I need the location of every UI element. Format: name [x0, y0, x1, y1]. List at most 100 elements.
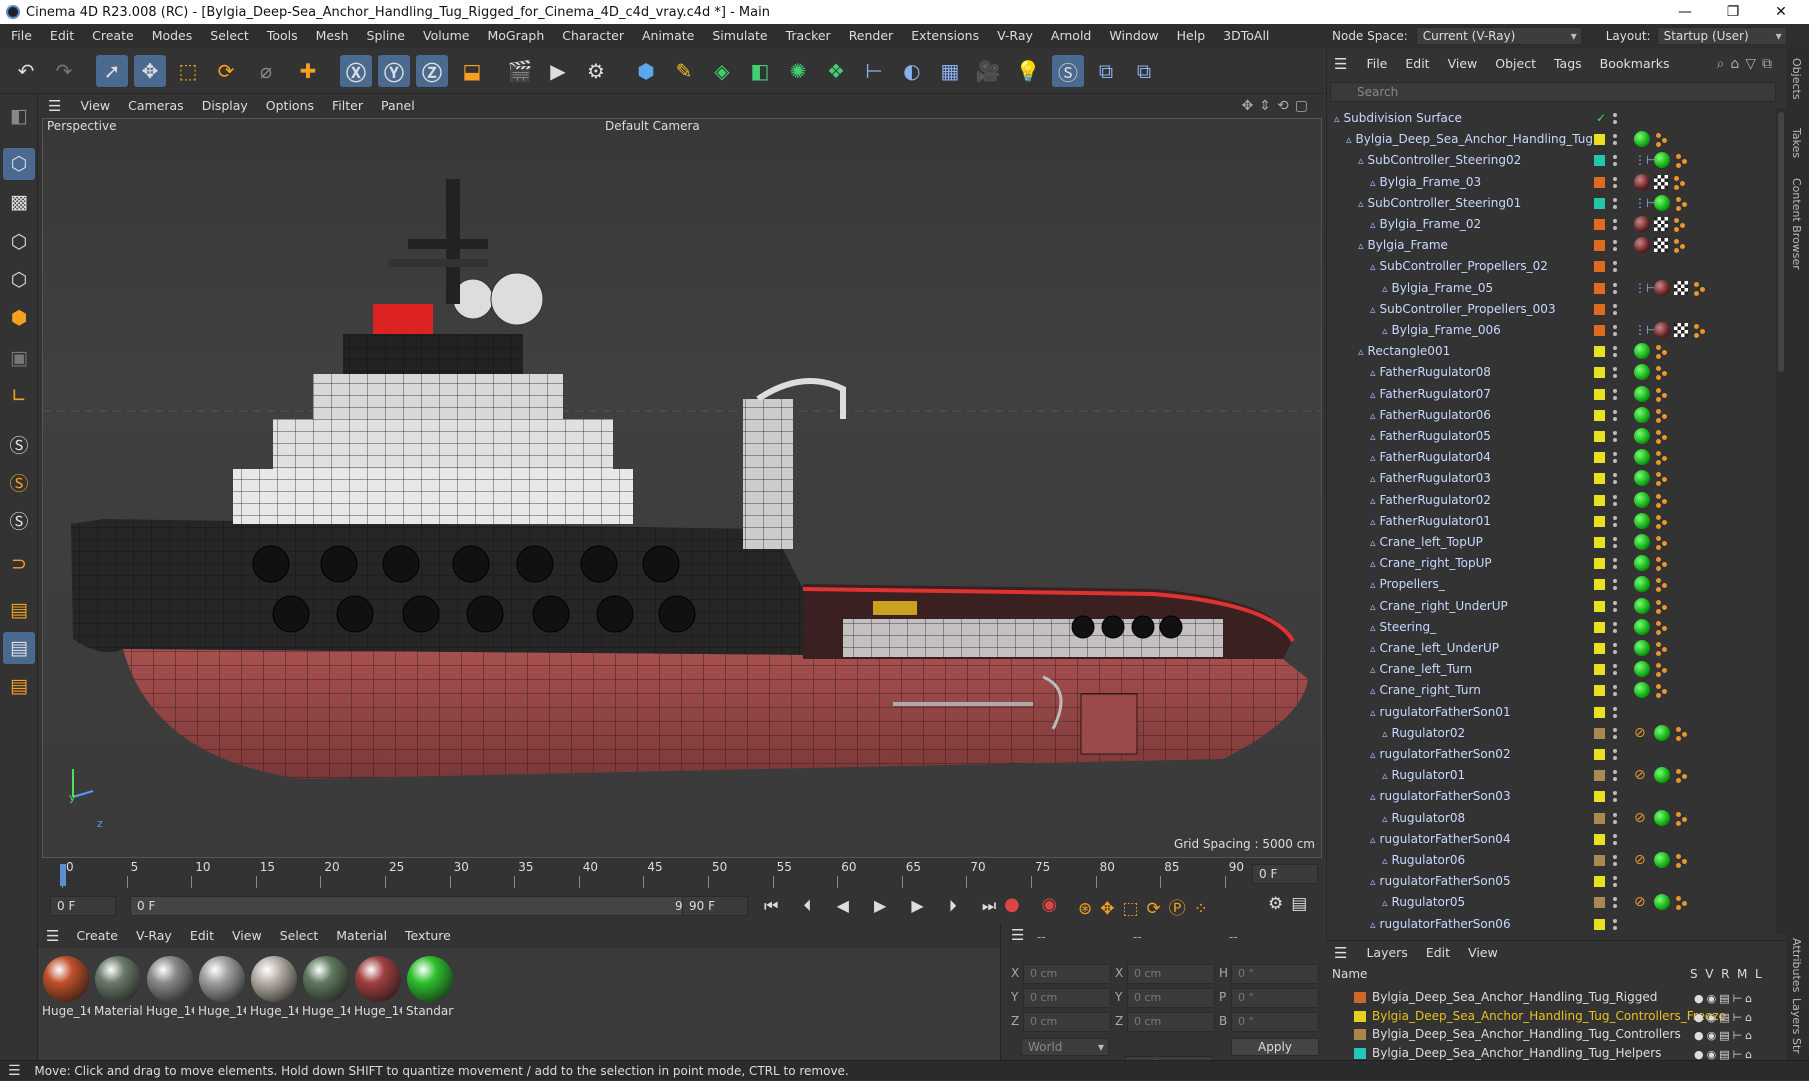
menu-file[interactable]: File [2, 24, 41, 48]
visibility-dots[interactable] [1612, 683, 1618, 698]
material-tag-icon[interactable] [1654, 279, 1670, 296]
material-tag-icon[interactable] [1634, 576, 1650, 593]
material-tag-icon[interactable] [1634, 534, 1650, 550]
xpresso-tag-icon[interactable] [1654, 426, 1668, 447]
menu-mograph[interactable]: MoGraph [478, 24, 553, 48]
object-row[interactable]: ▵ Crane_left_UnderUP [1328, 638, 1776, 659]
material-tag-icon[interactable] [1634, 682, 1650, 699]
visibility-dots[interactable] [1612, 747, 1618, 762]
visibility-dots[interactable] [1612, 302, 1618, 317]
hamburger-icon[interactable]: ☰ [48, 97, 61, 115]
visibility-dots[interactable] [1612, 153, 1618, 168]
object-row[interactable]: ▵ Bylgia_Deep_Sea_Anchor_Handling_Tug [1328, 129, 1776, 150]
menu-spline[interactable]: Spline [358, 24, 414, 48]
layer-color-swatch[interactable] [1594, 197, 1605, 209]
protection-tag-icon[interactable]: ⊘ [1634, 723, 1646, 744]
layer-color-swatch[interactable] [1594, 749, 1605, 760]
object-row[interactable]: ▵ SubController_Steering01 ⋮⊢ [1328, 193, 1776, 214]
size-x-field[interactable]: 0 cm [1127, 964, 1215, 984]
layer-color-swatch[interactable] [1594, 240, 1605, 252]
pen-icon[interactable]: ✎ [668, 55, 700, 87]
select-tool-icon[interactable]: ➚ [96, 55, 128, 87]
python-script-icon[interactable]: ⧉ [1128, 55, 1160, 87]
xpresso-tag-icon[interactable] [1674, 150, 1688, 171]
material-tag-icon[interactable] [1654, 194, 1670, 211]
material-hamburger-icon[interactable]: ☰ [46, 927, 59, 945]
object-row[interactable]: ▵ Bylgia_Frame_05 ⋮⊢ [1328, 278, 1776, 299]
xpresso-tag-icon[interactable] [1654, 638, 1668, 659]
uvw-tag-icon[interactable] [1674, 280, 1688, 295]
layer-color-swatch[interactable] [1594, 918, 1605, 930]
size-y-field[interactable]: 0 cm [1127, 988, 1215, 1008]
size-z-field[interactable]: 0 cm [1127, 1012, 1215, 1032]
viewport-camera-label[interactable]: Default Camera [605, 119, 700, 133]
cube-icon[interactable]: ⬢ [630, 55, 662, 87]
material-swatch[interactable]: Material [94, 956, 142, 1018]
menu-window[interactable]: Window [1100, 24, 1167, 48]
xpresso-tag-icon[interactable] [1654, 532, 1668, 553]
object-row[interactable]: ▵ Subdivision Surface ✓ [1328, 108, 1776, 129]
material-tag-icon[interactable] [1654, 767, 1670, 784]
menu-help[interactable]: Help [1168, 24, 1215, 48]
layer-color-swatch[interactable] [1594, 431, 1605, 442]
visibility-dots[interactable] [1612, 111, 1618, 126]
layout-dropdown[interactable]: Startup (User) [1656, 27, 1787, 45]
layer-color-swatch[interactable] [1594, 325, 1605, 336]
texture-mode-icon[interactable]: ▩ [3, 186, 35, 218]
menu-volume[interactable]: Volume [414, 24, 479, 48]
x-axis-lock-icon[interactable]: Ⓧ [340, 55, 372, 87]
floor-icon[interactable]: ▦ [934, 55, 966, 87]
snap-mode-icon[interactable]: Ⓢ [3, 504, 35, 536]
object-row[interactable]: ▵ Crane_left_TopUP [1328, 532, 1776, 553]
layer-color-swatch[interactable] [1594, 600, 1605, 612]
field-icon[interactable]: ◐ [896, 55, 928, 87]
menu-modes[interactable]: Modes [143, 24, 202, 48]
camera-icon[interactable]: 🎥 [972, 55, 1004, 87]
z-axis-lock-icon[interactable]: Ⓩ [416, 55, 448, 87]
layer-color-swatch[interactable] [1594, 706, 1605, 718]
material-tag-icon[interactable] [1654, 894, 1670, 911]
object-scrollbar[interactable] [1776, 108, 1786, 934]
material-tag-icon[interactable] [1634, 491, 1650, 508]
protection-tag-icon[interactable]: ⊘ [1634, 850, 1646, 871]
material-tag-icon[interactable] [1634, 343, 1650, 360]
record-buttons[interactable]: ● ◉ [1004, 894, 1065, 915]
layer-color-swatch[interactable] [1594, 727, 1605, 739]
object-row[interactable]: ▵ SubController_Steering02 ⋮⊢ [1328, 150, 1776, 171]
xpresso-tag-icon[interactable] [1654, 617, 1668, 638]
xpresso-tag-icon[interactable] [1654, 362, 1668, 383]
object-row[interactable]: ▵ FatherRugulator07 [1328, 384, 1776, 405]
object-row[interactable]: ▵ rugulatorFatherSon05 [1328, 871, 1776, 892]
xpresso-tag-icon[interactable] [1674, 193, 1688, 214]
material-tag-icon[interactable] [1654, 322, 1670, 338]
material-menu-edit[interactable]: Edit [181, 924, 223, 948]
redo-icon[interactable]: ↷ [48, 55, 80, 87]
protection-tag-icon[interactable]: ⊘ [1634, 765, 1646, 786]
visibility-dots[interactable] [1612, 238, 1618, 253]
xpresso-tag-icon[interactable] [1674, 892, 1688, 913]
material-menu-texture[interactable]: Texture [396, 924, 460, 948]
edges-mode-icon[interactable]: ⬡ [3, 264, 35, 296]
object-row[interactable]: ▵ Steering_ [1328, 617, 1776, 638]
xpresso-tag-icon[interactable] [1654, 659, 1668, 680]
coordinate-system-icon[interactable]: ⬓ [456, 55, 488, 87]
layer-color-swatch[interactable] [1594, 812, 1605, 824]
object-row[interactable]: ▵ SubController_Propellers_003 [1328, 299, 1776, 320]
visibility-dots[interactable] [1612, 535, 1618, 550]
layer-color-swatch[interactable] [1594, 621, 1605, 633]
layer-color-swatch[interactable] [1594, 897, 1605, 909]
material-tag-icon[interactable] [1634, 385, 1650, 402]
light-icon[interactable]: 💡 [1012, 55, 1044, 87]
polygons-mode-icon[interactable]: ⬢ [3, 302, 35, 334]
layer-color-swatch[interactable] [1354, 1010, 1366, 1022]
layer-color-swatch[interactable] [1594, 791, 1605, 803]
material-swatch[interactable]: Huge_1€ [354, 956, 402, 1018]
tab-objects[interactable]: Objects [1790, 58, 1803, 100]
visibility-dots[interactable] [1612, 514, 1618, 529]
object-menu-file[interactable]: File [1357, 52, 1396, 76]
rotation-p-field[interactable]: 0 ° [1231, 988, 1319, 1008]
material-tag-icon[interactable] [1634, 131, 1650, 148]
material-tag-icon[interactable] [1634, 597, 1650, 614]
xpresso-tag-icon[interactable] [1654, 405, 1668, 426]
material-tag-icon[interactable] [1634, 555, 1650, 572]
